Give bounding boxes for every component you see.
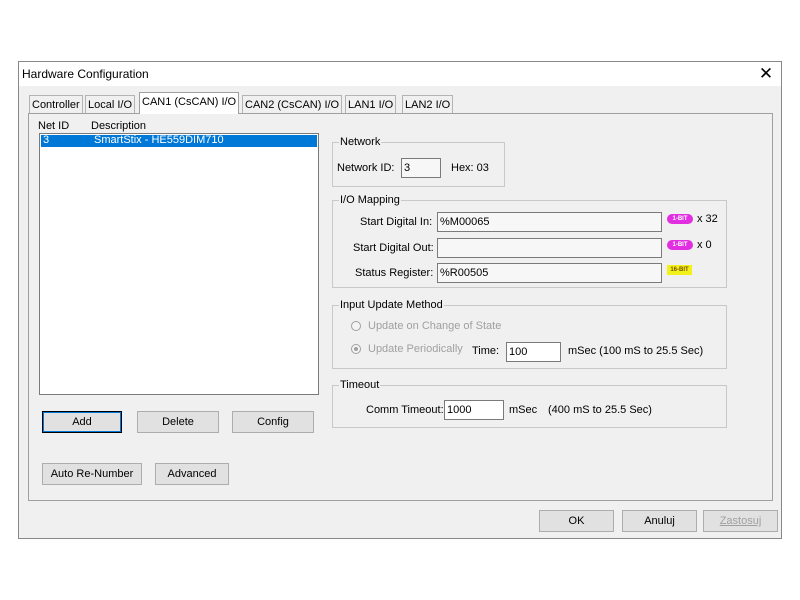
update-on-change-label: Update on Change of State <box>368 320 502 332</box>
start-digital-out-count: x 0 <box>697 239 712 251</box>
title-bar: Hardware Configuration ✕ <box>19 62 781 86</box>
start-digital-in-field[interactable]: %M00065 <box>437 212 662 232</box>
apply-button[interactable]: Zastosuj <box>703 510 778 532</box>
tab-local-io[interactable]: Local I/O <box>85 95 136 113</box>
1-bit-badge: 1-BIT <box>667 240 693 250</box>
comm-timeout-field[interactable]: 1000 <box>444 400 504 420</box>
tab-controller[interactable]: Controller <box>29 95 83 113</box>
time-field[interactable]: 100 <box>506 342 561 362</box>
tab-can2-cscan-io[interactable]: CAN2 (CsCAN) I/O <box>242 95 343 113</box>
advanced-button[interactable]: Advanced <box>155 463 229 485</box>
list-item[interactable]: 3 SmartStix - HE559DIM710 <box>41 134 317 147</box>
io-mapping-group-label: I/O Mapping <box>339 194 401 206</box>
device-list[interactable]: 3 SmartStix - HE559DIM710 <box>39 133 319 395</box>
cancel-button[interactable]: Anuluj <box>622 510 697 532</box>
network-group-label: Network <box>339 136 382 148</box>
update-on-change-radio[interactable] <box>351 321 361 331</box>
start-digital-in-count: x 32 <box>697 213 718 225</box>
dialog-title: Hardware Configuration <box>22 67 149 81</box>
hardware-configuration-dialog: Hardware Configuration ✕ Controller Loca… <box>18 61 782 539</box>
comm-timeout-units: mSec <box>509 404 538 416</box>
time-label: Time: <box>472 345 500 357</box>
config-button[interactable]: Config <box>232 411 314 433</box>
hex-label: Hex: 03 <box>451 162 489 174</box>
1-bit-badge: 1-BIT <box>667 214 693 224</box>
input-update-method-group-label: Input Update Method <box>339 299 444 311</box>
auto-renumber-button[interactable]: Auto Re-Number <box>42 463 142 485</box>
tab-lan2-io[interactable]: LAN2 I/O <box>402 95 454 113</box>
tab-panel: Net ID Description 3 SmartStix - HE559DI… <box>28 113 773 501</box>
time-units-label: mSec (100 mS to 25.5 Sec) <box>568 345 704 357</box>
timeout-group-label: Timeout <box>339 379 381 391</box>
status-register-field[interactable]: %R00505 <box>437 263 662 283</box>
add-button[interactable]: Add <box>42 411 122 433</box>
update-periodically-radio[interactable] <box>351 344 361 354</box>
tab-lan1-io[interactable]: LAN1 I/O <box>345 95 397 113</box>
list-item-net-id: 3 <box>43 134 50 146</box>
comm-timeout-label: Comm Timeout: <box>366 404 444 416</box>
close-icon[interactable]: ✕ <box>754 62 778 86</box>
description-header: Description <box>91 120 147 132</box>
start-digital-out-label: Start Digital Out: <box>353 242 434 254</box>
tab-can1-cscan-io[interactable]: CAN1 (CsCAN) I/O <box>139 92 240 114</box>
status-register-label: Status Register: <box>355 267 434 279</box>
start-digital-out-field[interactable] <box>437 238 662 258</box>
ok-button[interactable]: OK <box>539 510 614 532</box>
16-bit-badge: 16-BIT <box>667 265 692 275</box>
comm-timeout-range: (400 mS to 25.5 Sec) <box>548 404 652 416</box>
update-periodically-label: Update Periodically <box>368 343 463 355</box>
net-id-header: Net ID <box>38 120 70 132</box>
list-item-description: SmartStix - HE559DIM710 <box>94 134 224 146</box>
delete-button[interactable]: Delete <box>137 411 219 433</box>
network-id-label: Network ID: <box>337 162 395 174</box>
network-id-field[interactable]: 3 <box>401 158 441 178</box>
start-digital-in-label: Start Digital In: <box>360 216 433 228</box>
